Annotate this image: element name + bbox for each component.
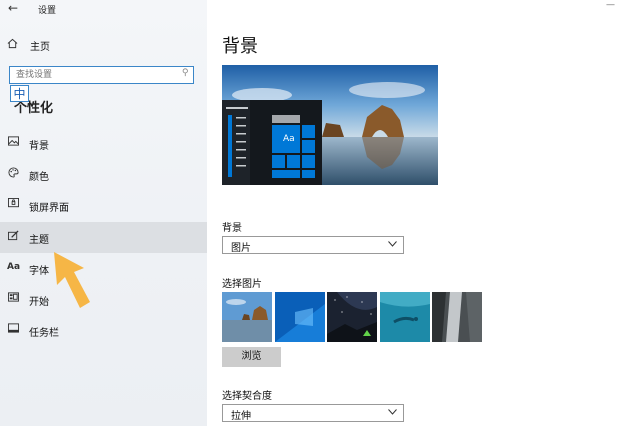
home-label: 主页 <box>30 42 50 53</box>
font-icon: Aa <box>7 262 21 272</box>
background-dropdown[interactable]: 图片 <box>222 236 404 254</box>
app-title: 设置 <box>38 6 57 16</box>
title-bar: ← 设置 <box>0 0 207 18</box>
sidebar-item-colors[interactable]: 颜色 <box>0 159 207 190</box>
thumbnail-waterfall-cliff[interactable] <box>432 292 482 342</box>
sidebar-item-themes[interactable]: 主题 <box>0 222 207 253</box>
search-box[interactable]: ⚲ <box>9 66 194 84</box>
preview-tile-text: Aa <box>283 134 295 144</box>
theme-brush-icon <box>7 230 19 242</box>
search-input[interactable] <box>16 68 166 82</box>
fit-dropdown-value: 拉伸 <box>231 411 251 422</box>
sidebar-item-label: 颜色 <box>29 172 49 183</box>
desktop-preview: Aa <box>222 65 438 185</box>
thumbnail-night-sky-tent[interactable] <box>327 292 377 342</box>
start-icon <box>7 292 19 304</box>
lock-screen-icon <box>7 198 19 210</box>
back-arrow-icon[interactable]: ← <box>8 1 18 15</box>
sidebar: ← 设置 主页 ⚲ 个性化 中 背景 颜色 锁屏界面 主题 <box>0 0 207 426</box>
choose-fit-label: 选择契合度 <box>222 391 272 402</box>
sidebar-item-lock-screen[interactable]: 锁屏界面 <box>0 190 207 221</box>
search-icon[interactable]: ⚲ <box>182 68 189 78</box>
sidebar-item-fonts[interactable]: Aa 字体 <box>0 253 207 284</box>
sidebar-item-start[interactable]: 开始 <box>0 284 207 315</box>
preview-image <box>222 65 438 185</box>
pointer-arrow-icon <box>54 252 90 308</box>
browse-button[interactable]: 浏览 <box>222 347 281 367</box>
fit-dropdown[interactable]: 拉伸 <box>222 404 404 422</box>
chevron-down-icon <box>388 408 397 417</box>
sidebar-item-label: 任务栏 <box>29 328 59 339</box>
picture-icon <box>7 136 19 148</box>
palette-icon <box>7 167 19 179</box>
sidebar-item-home[interactable]: 主页 <box>0 36 207 54</box>
page-title: 背景 <box>222 36 258 57</box>
thumbnail-coastal-rock-arch[interactable] <box>222 292 272 342</box>
background-label: 背景 <box>222 223 242 234</box>
thumbnail-underwater-swimmer[interactable] <box>380 292 430 342</box>
ime-indicator: 中 <box>10 85 29 102</box>
sidebar-item-background[interactable]: 背景 <box>0 128 207 159</box>
sidebar-item-label: 锁屏界面 <box>29 203 69 214</box>
choose-picture-label: 选择图片 <box>222 279 262 290</box>
chevron-down-icon <box>388 240 397 249</box>
background-dropdown-value: 图片 <box>231 243 251 254</box>
taskbar-icon <box>7 323 19 335</box>
thumbnail-windows-blue[interactable] <box>275 292 325 342</box>
sidebar-item-label: 主题 <box>29 235 49 246</box>
sidebar-item-taskbar[interactable]: 任务栏 <box>0 315 207 346</box>
minimize-icon[interactable]: — <box>606 0 615 10</box>
home-icon <box>7 38 18 52</box>
sidebar-item-label: 背景 <box>29 141 49 152</box>
